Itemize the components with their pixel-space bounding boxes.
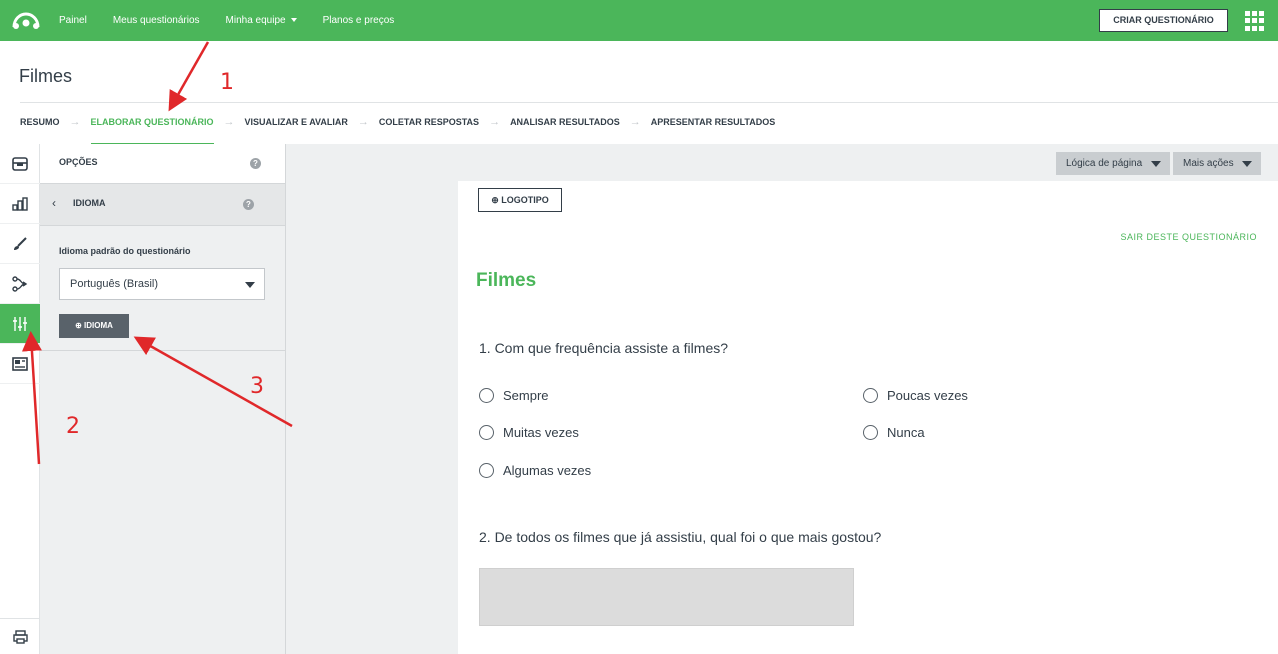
arrow-right-icon: → (69, 115, 81, 128)
default-language-select[interactable]: Português (Brasil) (59, 268, 265, 300)
logic-icon[interactable] (0, 264, 40, 304)
brush-icon[interactable] (0, 224, 40, 264)
language-section-title: IDIOMA (73, 198, 106, 208)
question-1-text[interactable]: 1. Com que frequência assiste a filmes? (479, 340, 728, 356)
step-collect-responses[interactable]: COLETAR RESPOSTAS (379, 103, 479, 145)
radio-button[interactable] (479, 463, 494, 478)
dropdown-arrow-icon (1151, 161, 1161, 167)
options-title: OPÇÕES (59, 157, 98, 167)
nav-painel[interactable]: Painel (59, 15, 87, 26)
step-analyze-results[interactable]: ANALISAR RESULTADOS (510, 103, 620, 145)
nav-my-team-label: Minha equipe (225, 15, 286, 26)
arrow-right-icon: → (629, 115, 641, 128)
create-survey-button[interactable]: CRIAR QUESTIONÁRIO (1099, 9, 1228, 32)
default-language-label: Idioma padrão do questionário (59, 246, 191, 256)
question-2-text[interactable]: 2. De todos os filmes que já assistiu, q… (479, 529, 881, 545)
survey-title[interactable]: Filmes (476, 270, 536, 292)
print-icon[interactable] (0, 618, 40, 654)
more-actions-button[interactable]: Mais ações (1173, 152, 1261, 175)
surveymonkey-logo-icon[interactable] (11, 9, 41, 31)
help-icon[interactable]: ? (243, 199, 254, 210)
radio-button[interactable] (863, 388, 878, 403)
question-2-answer-textarea[interactable] (479, 568, 854, 626)
default-language-value: Português (Brasil) (70, 278, 159, 290)
annotation-number-1: 1 (220, 70, 234, 95)
sliders-icon[interactable] (0, 304, 40, 344)
step-summary[interactable]: RESUMO (20, 103, 60, 145)
option-label: Muitas vezes (503, 425, 579, 440)
page-logic-label: Lógica de página (1066, 158, 1143, 169)
nav-my-surveys[interactable]: Meus questionários (113, 15, 200, 26)
arrow-right-icon: → (223, 115, 235, 128)
step-design-survey[interactable]: ELABORAR QUESTIONÁRIO (90, 103, 214, 145)
option-label: Algumas vezes (503, 463, 592, 478)
canvas-gutter (286, 144, 458, 654)
option-never[interactable]: Nunca (863, 425, 925, 440)
annotation-number-2: 2 (66, 414, 80, 439)
add-language-label: IDIOMA (84, 321, 113, 330)
more-actions-label: Mais ações (1183, 158, 1234, 169)
exit-survey-link[interactable]: SAIR DESTE QUESTIONÁRIO (1120, 232, 1257, 242)
step-present-results[interactable]: APRESENTAR RESULTADOS (651, 103, 776, 145)
page-title: Filmes (19, 66, 72, 86)
help-icon[interactable]: ? (250, 158, 261, 169)
page-logic-button[interactable]: Lógica de página (1056, 152, 1170, 175)
option-rarely[interactable]: Poucas vezes (863, 388, 968, 403)
archive-icon[interactable] (0, 144, 40, 184)
add-language-button[interactable]: ⊕ IDIOMA (59, 314, 129, 338)
radio-button[interactable] (479, 425, 494, 440)
workflow-steps: RESUMO → ELABORAR QUESTIONÁRIO → VISUALI… (20, 102, 1278, 145)
survey-canvas: Lógica de página Mais ações ⊕ LOGOTIPO S… (458, 144, 1278, 654)
radio-button[interactable] (863, 425, 878, 440)
language-settings: Idioma padrão do questionário Português … (40, 226, 285, 351)
option-often[interactable]: Muitas vezes (479, 425, 579, 440)
arrow-right-icon: → (357, 115, 369, 128)
step-preview-score[interactable]: VISUALIZAR E AVALIAR (245, 103, 348, 145)
survey-toolbar: Lógica de página Mais ações (458, 144, 1278, 181)
dropdown-arrow-icon (1242, 161, 1252, 167)
language-section-header[interactable]: ‹ IDIOMA ? (40, 184, 285, 226)
top-bar: Painel Meus questionários Minha equipe P… (0, 0, 1278, 41)
plus-circle-icon: ⊕ (491, 195, 499, 205)
options-header: OPÇÕES ? (40, 144, 285, 184)
dropdown-arrow-icon (245, 282, 255, 288)
layout-icon[interactable] (0, 344, 40, 384)
add-logo-label: LOGOTIPO (501, 195, 549, 205)
option-sometimes[interactable]: Algumas vezes (479, 463, 591, 478)
radio-button[interactable] (479, 388, 494, 403)
annotation-number-3: 3 (250, 374, 264, 399)
left-icon-rail (0, 144, 40, 654)
option-label: Poucas vezes (887, 388, 968, 403)
option-label: Nunca (887, 425, 925, 440)
nav-plans[interactable]: Planos e preços (323, 15, 395, 26)
chevron-down-icon (290, 18, 297, 23)
option-always[interactable]: Sempre (479, 388, 549, 403)
chart-icon[interactable] (0, 184, 40, 224)
nav-my-team[interactable]: Minha equipe (226, 15, 297, 26)
arrow-right-icon: → (489, 115, 501, 128)
apps-grid-icon[interactable] (1245, 11, 1265, 31)
chevron-left-icon[interactable]: ‹ (52, 196, 56, 210)
option-label: Sempre (503, 388, 549, 403)
add-logo-button[interactable]: ⊕ LOGOTIPO (478, 188, 562, 212)
options-panel: OPÇÕES ? ‹ IDIOMA ? Idioma padrão do que… (40, 144, 286, 654)
plus-circle-icon: ⊕ (75, 321, 82, 330)
